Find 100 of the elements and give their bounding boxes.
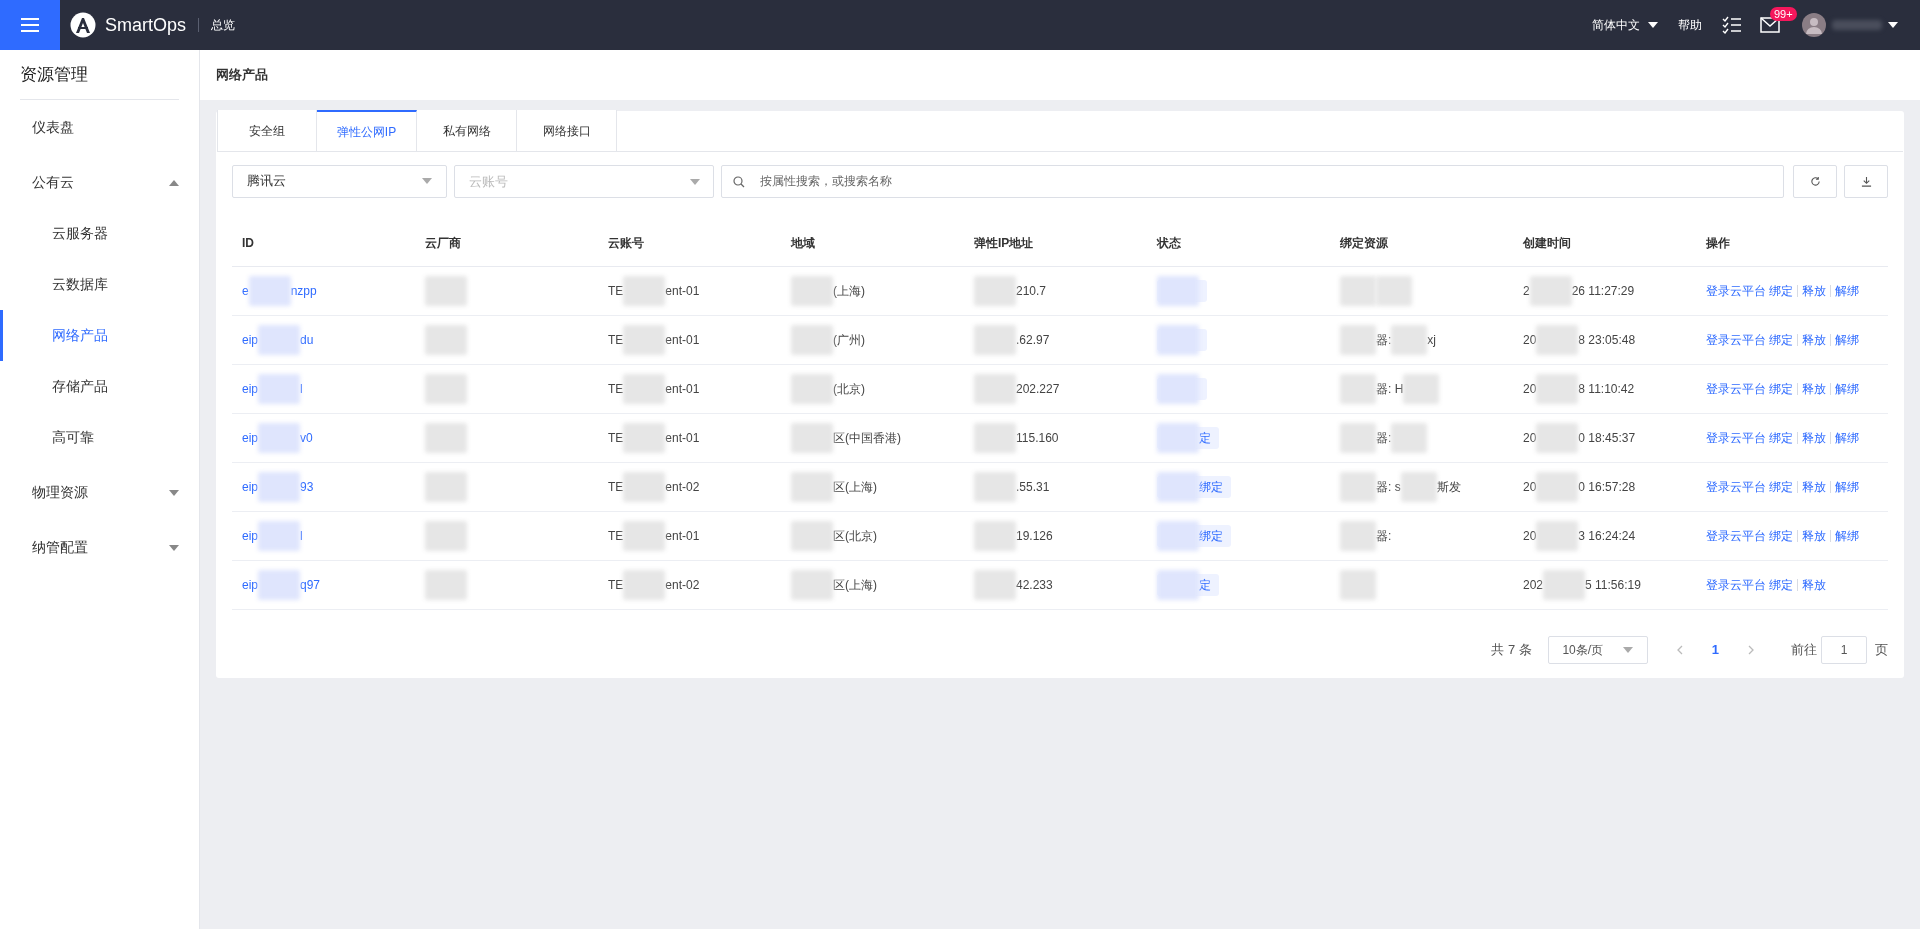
avatar-icon [1802, 13, 1826, 37]
cell-text: .62.97 [1016, 332, 1050, 349]
action-link[interactable]: 绑定 [1769, 576, 1793, 594]
blurred-patch [1157, 570, 1199, 600]
cell-text: 器: [1376, 528, 1392, 545]
sidebar-item[interactable]: 物理资源 [0, 467, 199, 518]
action-link[interactable]: 释放 [1802, 282, 1826, 300]
action-link[interactable]: 绑定 [1769, 282, 1793, 300]
tab[interactable]: 私有网络 [417, 110, 517, 151]
nav-link[interactable]: 总览 [211, 16, 236, 34]
action-link[interactable]: 释放 [1802, 527, 1826, 545]
sidebar-item[interactable]: 高可靠 [0, 412, 199, 463]
blurred-patch [623, 472, 666, 502]
action-link[interactable]: 解绑 [1835, 331, 1859, 349]
action-link[interactable]: 登录云平台 [1706, 380, 1766, 398]
cell-text: 42.233 [1016, 577, 1053, 594]
column-header: 弹性IP地址 [974, 236, 1034, 250]
cell-text: 器: [1376, 332, 1392, 349]
id-link[interactable]: 93 [300, 478, 314, 496]
sidebar-item[interactable]: 云服务器 [0, 208, 199, 259]
id-link[interactable]: q97 [300, 576, 321, 594]
cell-text: TE [608, 479, 624, 496]
action-link[interactable]: 绑定 [1769, 429, 1793, 447]
menu-button[interactable] [0, 0, 60, 50]
sidebar-title: 资源管理 [20, 63, 88, 86]
action-link[interactable]: 登录云平台 [1706, 576, 1766, 594]
sidebar-item[interactable]: 纳管配置 [0, 522, 199, 573]
id-link[interactable]: eip [242, 429, 258, 447]
language-dropdown[interactable]: 简体中文 [1592, 16, 1658, 34]
column-header: 绑定资源 [1340, 236, 1388, 250]
action-link[interactable]: 登录云平台 [1706, 429, 1766, 447]
cell-text: TE [608, 381, 624, 398]
action-link[interactable]: 释放 [1802, 380, 1826, 398]
action-link[interactable]: 登录云平台 [1706, 478, 1766, 496]
sidebar-item[interactable]: 存储产品 [0, 361, 199, 412]
action-link[interactable]: 登录云平台 [1706, 527, 1766, 545]
id-link[interactable]: nzpp [290, 282, 317, 300]
tab[interactable]: 弹性公网IP [317, 110, 417, 151]
action-link[interactable]: 解绑 [1835, 429, 1859, 447]
chevron-left-icon [1676, 645, 1683, 655]
id-link[interactable]: du [300, 331, 314, 349]
sidebar-item[interactable]: 云数据库 [0, 259, 199, 310]
id-link[interactable]: l [300, 380, 303, 398]
help-link[interactable]: 帮助 [1678, 16, 1702, 34]
action-link[interactable]: 登录云平台 [1706, 331, 1766, 349]
page-size-select[interactable]: 10条/页 [1547, 636, 1648, 664]
sidebar-item[interactable]: 网络产品 [0, 310, 199, 361]
cell-text: 区(中国香港) [833, 430, 901, 447]
caret-icon [690, 178, 700, 185]
search-field[interactable]: 按属性搜索，或搜索名称 [721, 164, 1784, 198]
action-link[interactable]: 解绑 [1835, 527, 1859, 545]
cell-text: (上海) [833, 283, 865, 300]
cell-text: 115.160 [1016, 430, 1059, 447]
blurred-patch [1543, 570, 1586, 600]
cell-text: 5 11:56:19 [1585, 577, 1641, 594]
action-link[interactable]: 登录云平台 [1706, 282, 1766, 300]
action-link[interactable]: 释放 [1802, 576, 1826, 594]
blurred-patch [1403, 374, 1440, 404]
page-button[interactable]: 1 [1711, 640, 1719, 660]
id-link[interactable]: eip [242, 527, 258, 545]
cell-text: 器: H [1376, 381, 1404, 398]
action-link[interactable]: 绑定 [1769, 380, 1793, 398]
action-link[interactable]: 绑定 [1769, 331, 1793, 349]
id-link[interactable]: eip [242, 380, 258, 398]
action-link[interactable]: 解绑 [1835, 282, 1859, 300]
mail-button[interactable] [1760, 17, 1780, 33]
id-link[interactable]: eip [242, 478, 258, 496]
tab[interactable]: 安全组 [217, 110, 317, 151]
id-link[interactable]: eip [242, 576, 258, 594]
cell-text: 20 [1523, 479, 1537, 496]
sidebar-item[interactable]: 仪表盘 [0, 102, 199, 153]
id-link[interactable]: l [300, 527, 303, 545]
chevron-right-icon [1748, 645, 1754, 655]
sidebar-item[interactable]: 公有云 [0, 157, 199, 208]
id-link[interactable]: eip [242, 331, 258, 349]
blurred-patch [248, 276, 291, 306]
blurred-patch [623, 374, 666, 404]
column-header: 地域 [791, 236, 815, 250]
action-link[interactable]: 绑定 [1769, 527, 1793, 545]
cell-text: 8 23:05:48 [1578, 332, 1636, 349]
checklist-icon [1722, 16, 1742, 34]
action-link[interactable]: 解绑 [1835, 380, 1859, 398]
account-select[interactable]: 云账号 [454, 164, 714, 198]
cell-text: 发 [1448, 479, 1461, 496]
cell-text: 3 16:24:24 [1578, 528, 1636, 545]
action-link[interactable]: 释放 [1802, 478, 1826, 496]
user-menu[interactable] [1802, 13, 1898, 37]
id-link[interactable]: e [242, 282, 249, 300]
vendor-select[interactable]: 腾讯云 [232, 164, 447, 198]
blurred-patch [258, 325, 300, 355]
action-link[interactable]: 解绑 [1835, 478, 1859, 496]
id-link[interactable]: v0 [300, 429, 313, 447]
tab[interactable]: 网络接口 [517, 110, 617, 151]
cell-text: 8 11:10:42 [1578, 381, 1635, 398]
action-link[interactable]: 绑定 [1769, 478, 1793, 496]
page-input[interactable]: 1 [1821, 636, 1867, 664]
action-link[interactable]: 释放 [1802, 331, 1826, 349]
action-link[interactable]: 释放 [1802, 429, 1826, 447]
column-header: 云厂商 [425, 236, 461, 250]
task-list-button[interactable] [1722, 16, 1742, 34]
